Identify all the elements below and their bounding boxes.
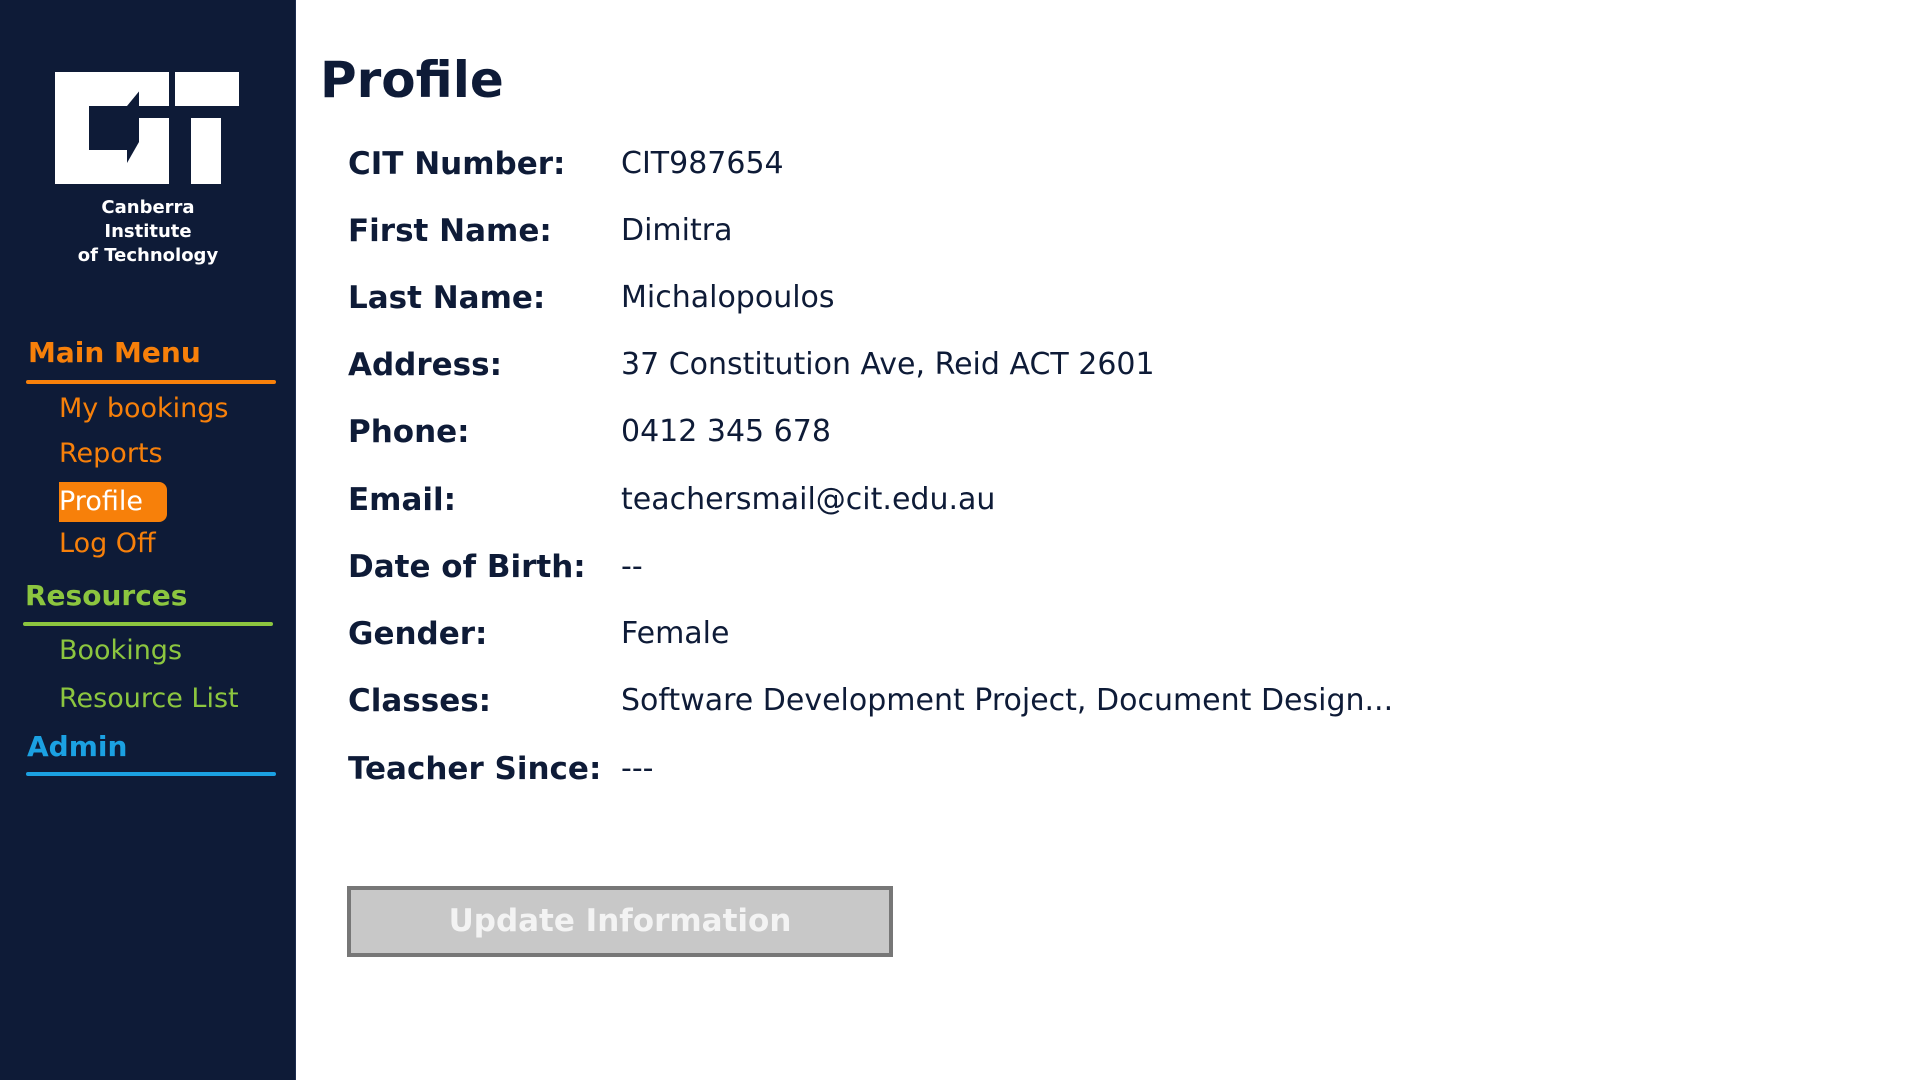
field-value: Female xyxy=(621,616,730,651)
sidebar-item-log-off[interactable]: Log Off xyxy=(59,527,156,561)
sidebar-item-my-bookings[interactable]: My bookings xyxy=(59,392,229,426)
field-label: Address: xyxy=(348,347,502,383)
sidebar-item-bookings[interactable]: Bookings xyxy=(59,634,182,668)
sidebar-item-resource-list[interactable]: Resource List xyxy=(59,682,239,716)
profile-row-email: Email: teachersmail@cit.edu.au xyxy=(348,478,1848,522)
admin-divider xyxy=(26,772,276,776)
profile-row-cit-number: CIT Number: CIT987654 xyxy=(348,142,1848,186)
profile-row-phone: Phone: 0412 345 678 xyxy=(348,410,1848,454)
cit-logo-mark xyxy=(55,72,239,184)
field-label: Email: xyxy=(348,482,457,518)
field-label: Last Name: xyxy=(348,280,546,316)
field-label: Phone: xyxy=(348,414,470,450)
cit-logo: Canberra Institute of Technology xyxy=(55,72,241,268)
main-menu-divider xyxy=(26,380,276,384)
main-menu-heading[interactable]: Main Menu xyxy=(28,336,201,370)
resources-divider xyxy=(23,622,273,626)
logo-text-line2: of Technology xyxy=(77,245,219,266)
profile-row-last-name: Last Name: Michalopoulos xyxy=(348,276,1848,320)
field-value: --- xyxy=(621,751,654,786)
profile-row-teacher-since: Teacher Since: --- xyxy=(348,747,1848,791)
logo-text-line1: Canberra Institute xyxy=(101,197,195,242)
profile-row-address: Address: 37 Constitution Ave, Reid ACT 2… xyxy=(348,343,1848,387)
field-value: teachersmail@cit.edu.au xyxy=(621,482,996,517)
field-value: Dimitra xyxy=(621,213,733,248)
field-value: -- xyxy=(621,549,643,584)
sidebar-item-reports[interactable]: Reports xyxy=(59,437,163,471)
resources-heading[interactable]: Resources xyxy=(25,579,187,613)
sidebar: Canberra Institute of Technology Main Me… xyxy=(0,0,296,1080)
field-value: Software Development Project, Document D… xyxy=(621,683,1394,718)
profile-row-date-of-birth: Date of Birth: -- xyxy=(348,545,1848,589)
profile-row-classes: Classes: Software Development Project, D… xyxy=(348,679,1848,723)
field-label: First Name: xyxy=(348,213,552,249)
admin-heading[interactable]: Admin xyxy=(27,730,127,764)
field-label: Gender: xyxy=(348,616,488,652)
sidebar-item-profile[interactable]: Profile xyxy=(59,482,167,522)
field-label: Classes: xyxy=(348,683,492,719)
profile-row-gender: Gender: Female xyxy=(348,612,1848,656)
field-value: Michalopoulos xyxy=(621,280,835,315)
field-value: 37 Constitution Ave, Reid ACT 2601 xyxy=(621,347,1155,382)
logo-text: Canberra Institute of Technology xyxy=(55,196,241,268)
field-value: 0412 345 678 xyxy=(621,414,831,449)
field-label: CIT Number: xyxy=(348,146,566,182)
page-title: Profile xyxy=(320,51,504,109)
update-information-button[interactable]: Update Information xyxy=(347,886,893,957)
main-content: Profile CIT Number: CIT987654 First Name… xyxy=(296,0,1920,1080)
field-value: CIT987654 xyxy=(621,146,784,181)
field-label: Teacher Since: xyxy=(348,751,602,787)
profile-row-first-name: First Name: Dimitra xyxy=(348,209,1848,253)
field-label: Date of Birth: xyxy=(348,549,586,585)
